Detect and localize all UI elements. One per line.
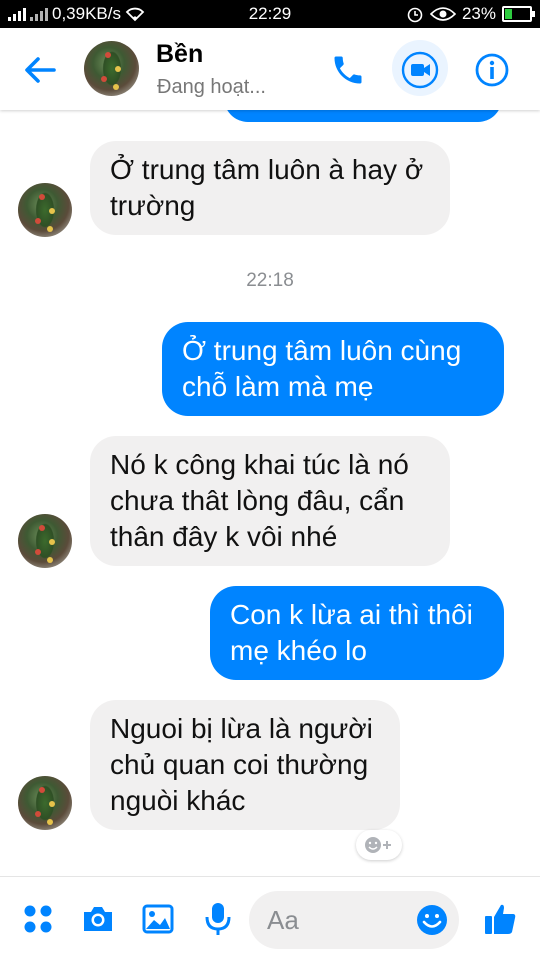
message-composer (0, 876, 540, 960)
alarm-icon (407, 7, 423, 23)
contact-avatar[interactable] (84, 41, 139, 96)
incoming-message[interactable]: Nó k công khai túc là nó chưa thât lòng … (90, 436, 450, 566)
microphone-icon (205, 903, 231, 935)
status-right: 23% (406, 4, 535, 24)
conversation-info-button[interactable] (470, 48, 514, 92)
video-camera-icon (401, 51, 439, 89)
messenger-screen: 0,39KB/s 22:29 23% Bền Đang hoạt... Ở tr… (0, 0, 540, 960)
message-input-container[interactable] (249, 891, 459, 949)
incoming-message[interactable]: Ở trung tâm luôn à hay ở trường (90, 141, 450, 235)
info-icon (475, 53, 509, 87)
battery-percent: 23% (461, 4, 496, 23)
outgoing-message[interactable]: Con k lừa ai thì thôi mẹ khéo lo (210, 586, 504, 680)
incoming-message[interactable]: Nguoi bị lừa là người chủ quan coi thườn… (90, 700, 400, 830)
conversation-header: Bền Đang hoạt... (0, 28, 540, 110)
contact-name[interactable]: Bền (156, 40, 203, 69)
battery-icon (502, 6, 535, 22)
camera-button[interactable] (78, 899, 118, 939)
gallery-icon (142, 904, 174, 934)
video-call-button[interactable] (398, 48, 442, 92)
back-arrow-icon (25, 57, 56, 83)
contact-status: Đang hoạt... (157, 76, 266, 98)
message-timestamp: 22:18 (246, 270, 294, 291)
camera-icon (84, 907, 112, 931)
back-button[interactable] (18, 48, 62, 92)
sender-avatar[interactable] (18, 183, 72, 237)
add-reaction-icon (365, 837, 391, 853)
message-input[interactable] (267, 901, 407, 939)
add-reaction-button[interactable] (356, 830, 402, 860)
sender-avatar[interactable] (18, 776, 72, 830)
sender-avatar[interactable] (18, 514, 72, 568)
gallery-button[interactable] (138, 899, 178, 939)
outgoing-message-partial[interactable] (224, 110, 502, 122)
thumbs-up-icon (485, 904, 516, 934)
outgoing-message[interactable]: Ở trung tâm luôn cùng chỗ làm mà mẹ (162, 322, 504, 416)
emoji-icon (417, 905, 447, 935)
status-bar: 0,39KB/s 22:29 23% (0, 0, 540, 28)
message-list[interactable]: Ở trung tâm luôn à hay ở trường 22:18 Ở … (0, 110, 540, 876)
voice-call-button[interactable] (326, 48, 370, 92)
voice-message-button[interactable] (198, 899, 238, 939)
eye-icon (429, 7, 456, 21)
apps-grid-icon (24, 905, 52, 933)
emoji-button[interactable] (415, 903, 449, 937)
more-actions-button[interactable] (18, 899, 58, 939)
send-like-button[interactable] (480, 899, 520, 939)
phone-icon (334, 56, 362, 84)
